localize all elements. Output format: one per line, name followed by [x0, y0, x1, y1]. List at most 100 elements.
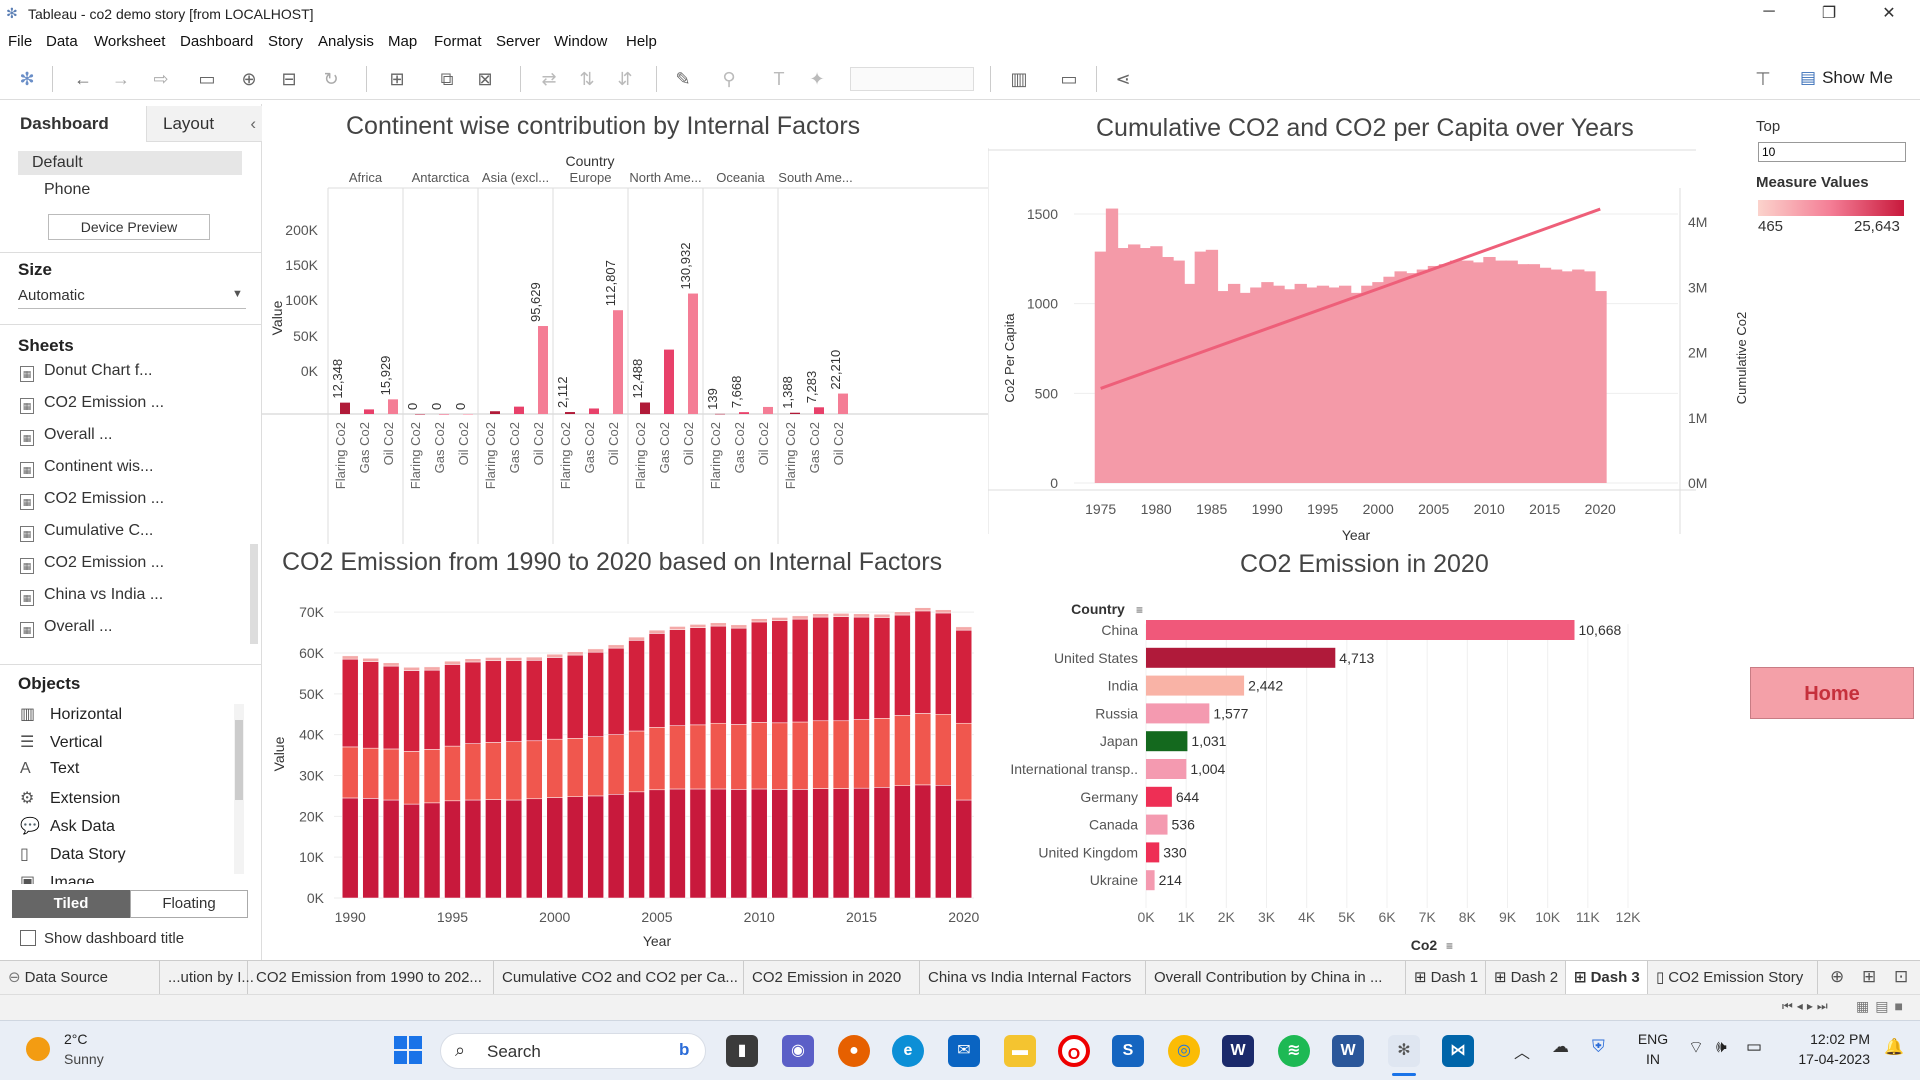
menu-help[interactable]: Help [626, 33, 657, 50]
menu-dashboard[interactable]: Dashboard [180, 33, 253, 50]
duplicate-icon[interactable]: ⧉ [436, 68, 458, 90]
edge-icon[interactable]: e [892, 1035, 924, 1067]
tab-sheet[interactable]: Cumulative CO2 and CO2 per Ca... [494, 961, 744, 994]
group-icon[interactable]: ⚲ [718, 68, 740, 90]
sheet-item[interactable]: ▦ China vs India ... [20, 586, 163, 606]
object-ask-data[interactable]: 💬 Ask Data [20, 816, 115, 836]
tab-layout[interactable]: Layout ‹ [146, 106, 262, 142]
show-title-checkbox[interactable] [20, 930, 36, 946]
mail-icon[interactable]: ✉ [948, 1035, 980, 1067]
sheet-item[interactable]: ▦ Donut Chart f... [20, 362, 153, 382]
device-preview-button[interactable]: Device Preview [48, 214, 210, 240]
new-story-tab-icon[interactable]: ⊡ [1894, 967, 1908, 987]
fit-dropdown[interactable] [850, 67, 974, 91]
object-data-story[interactable]: ▯ Data Story [20, 844, 126, 864]
object-horizontal[interactable]: ▥ Horizontal [20, 704, 122, 724]
sheet-item[interactable]: ▦ CO2 Emission ... [20, 554, 164, 574]
sheets-scrollbar[interactable] [250, 544, 258, 644]
sheet-item[interactable]: ▦ Cumulative C... [20, 522, 153, 542]
menu-file[interactable]: File [8, 33, 32, 50]
tab-dashboard[interactable]: Dashboard [0, 106, 146, 142]
show-hidden-icons-icon[interactable]: ︿ [1514, 1039, 1530, 1063]
language-code[interactable]: ENG [1636, 1031, 1670, 1047]
highlight-icon[interactable]: ✎ [672, 68, 694, 90]
webex-icon[interactable]: W [1222, 1035, 1254, 1067]
tiled-button[interactable]: Tiled [12, 890, 130, 918]
opera-icon[interactable]: O [1058, 1035, 1090, 1067]
pin-icon[interactable]: ✦ [806, 68, 828, 90]
menu-data[interactable]: Data [46, 33, 78, 50]
spotify-icon[interactable]: ≋ [1278, 1035, 1310, 1067]
collapse-icon[interactable]: ‹ [250, 106, 256, 142]
pause-updates-icon[interactable]: ⊟ [278, 68, 300, 90]
redo-icon[interactable]: → [110, 68, 132, 90]
tab-sheet[interactable]: Overall Contribution by China in ... [1146, 961, 1406, 994]
save-icon[interactable]: ▭ [196, 68, 218, 90]
object-extension[interactable]: ⚙ Extension [20, 788, 120, 808]
menu-worksheet[interactable]: Worksheet [94, 33, 165, 50]
show-cards-icon[interactable]: ▥ [1008, 68, 1030, 90]
task-view-icon[interactable]: ▮ [726, 1035, 758, 1067]
tableau-home-icon[interactable]: ✻ [16, 68, 38, 90]
tab-dash2[interactable]: ⊞ Dash 2 [1486, 961, 1566, 994]
object-vertical[interactable]: ☰ Vertical [20, 732, 102, 752]
presentation-mode-icon[interactable]: ▭ [1058, 68, 1080, 90]
menu-analysis[interactable]: Analysis [318, 33, 374, 50]
tab-navigation-icon[interactable]: ⏮◂▸⏭ [1782, 999, 1832, 1014]
language-region[interactable]: IN [1636, 1051, 1670, 1067]
clear-icon[interactable]: ⊠ [474, 68, 496, 90]
tableau-taskbar-icon[interactable]: ✻ [1388, 1035, 1420, 1067]
format-painter-icon[interactable]: ⊤ [1752, 68, 1774, 90]
tab-dash3[interactable]: ⊞ Dash 3 [1566, 961, 1648, 994]
notification-bell-icon[interactable]: 🔔 [1884, 1037, 1904, 1057]
sheet-item[interactable]: ▦ Continent wis... [20, 458, 153, 478]
tab-sheet[interactable]: ...ution by I... [160, 961, 254, 994]
clock-date[interactable]: 17-04-2023 [1788, 1051, 1870, 1067]
file-explorer-icon[interactable]: ▬ [1004, 1035, 1036, 1067]
refresh-icon[interactable]: ↻ [320, 68, 342, 90]
object-image[interactable]: ▣ Image [20, 872, 94, 884]
new-worksheet-icon[interactable]: ⊞ [386, 68, 408, 90]
floating-button[interactable]: Floating [130, 890, 248, 918]
teams-chat-icon[interactable]: ◉ [782, 1035, 814, 1067]
label-icon[interactable]: T [768, 68, 790, 90]
size-dropdown[interactable]: Automatic [18, 287, 85, 304]
wifi-icon[interactable]: ⌔ [1688, 1037, 1704, 1058]
sheet-item[interactable]: ▦ CO2 Emission ... [20, 490, 164, 510]
menu-story[interactable]: Story [268, 33, 303, 50]
word-icon[interactable]: W [1332, 1035, 1364, 1067]
minimize-icon[interactable]: ─ [1746, 3, 1792, 27]
objects-scrollbar-thumb[interactable] [235, 720, 243, 800]
chrome-icon[interactable]: ◎ [1168, 1035, 1200, 1067]
home-button[interactable]: Home [1750, 667, 1914, 719]
tab-story[interactable]: ▯ CO2 Emission Story [1648, 961, 1818, 994]
new-dashboard-tab-icon[interactable]: ⊞ [1862, 967, 1876, 987]
taskbar-search-box[interactable]: ⌕ Search b [440, 1033, 706, 1069]
object-text[interactable]: A Text [20, 760, 79, 778]
weather-sun-icon[interactable] [26, 1037, 50, 1061]
tab-sheet[interactable]: China vs India Internal Factors [920, 961, 1146, 994]
undo-icon[interactable]: ← [72, 68, 94, 90]
sheet-item[interactable]: ▦ Overall ... [20, 618, 112, 638]
new-datasource-icon[interactable]: ⊕ [238, 68, 260, 90]
size-dropdown-arrow-icon[interactable]: ▼ [232, 288, 243, 300]
new-worksheet-tab-icon[interactable]: ⊕ [1830, 967, 1844, 987]
tab-sheet[interactable]: CO2 Emission from 1990 to 202... [248, 961, 494, 994]
sheet-item[interactable]: ▦ Overall ... [20, 426, 112, 446]
close-icon[interactable]: ✕ [1866, 3, 1912, 27]
share-icon[interactable]: ⋖ [1112, 68, 1134, 90]
tab-data-source[interactable]: ⊖ Data Source [0, 961, 160, 994]
device-phone[interactable]: Phone [44, 181, 90, 199]
menu-window[interactable]: Window [554, 33, 607, 50]
menu-server[interactable]: Server [496, 33, 540, 50]
swap-icon[interactable]: ⇄ [538, 68, 560, 90]
maximize-icon[interactable]: ❐ [1806, 3, 1852, 27]
security-icon[interactable]: ⛨ [1592, 1037, 1605, 1057]
view-mode-icon[interactable]: ▦▤■ [1856, 998, 1909, 1015]
vscode-icon[interactable]: ⋈ [1442, 1035, 1474, 1067]
clock-time[interactable]: 12:02 PM [1788, 1031, 1870, 1047]
firefox-icon[interactable]: ● [838, 1035, 870, 1067]
show-me-button[interactable]: ▤ Show Me [1800, 68, 1893, 88]
sort-asc-icon[interactable]: ⇅ [576, 68, 598, 90]
windows-start-icon[interactable] [394, 1036, 422, 1064]
